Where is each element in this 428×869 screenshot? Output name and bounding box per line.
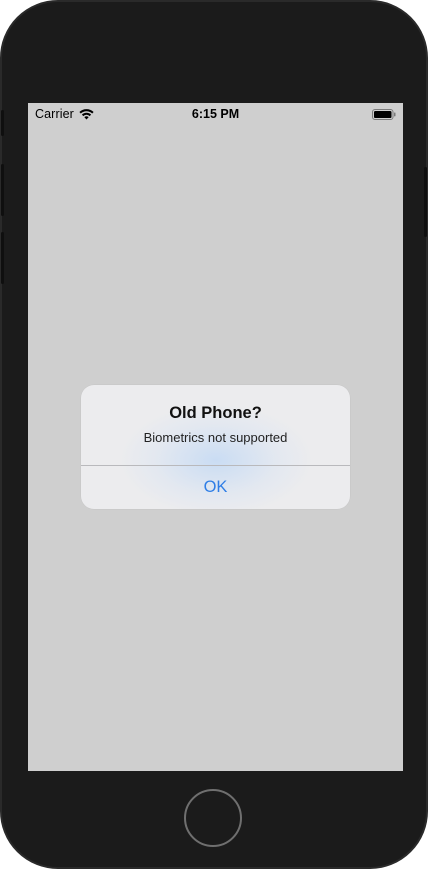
status-bar: Carrier 6:15 PM xyxy=(28,103,403,125)
device-frame: Carrier 6:15 PM Old Phone? Biometrics no… xyxy=(0,0,428,869)
power-button xyxy=(424,167,427,237)
alert-title: Old Phone? xyxy=(169,404,262,422)
ok-button[interactable]: OK xyxy=(81,466,350,509)
alert-dialog: Old Phone? Biometrics not supported OK xyxy=(81,385,350,509)
home-button[interactable] xyxy=(184,789,242,847)
battery-icon xyxy=(372,109,396,120)
volume-down-button xyxy=(1,232,4,284)
volume-up-button xyxy=(1,164,4,216)
screen: Carrier 6:15 PM Old Phone? Biometrics no… xyxy=(28,103,403,771)
alert-message: Biometrics not supported xyxy=(143,430,288,445)
mute-switch xyxy=(1,110,4,136)
status-time: 6:15 PM xyxy=(191,107,240,121)
